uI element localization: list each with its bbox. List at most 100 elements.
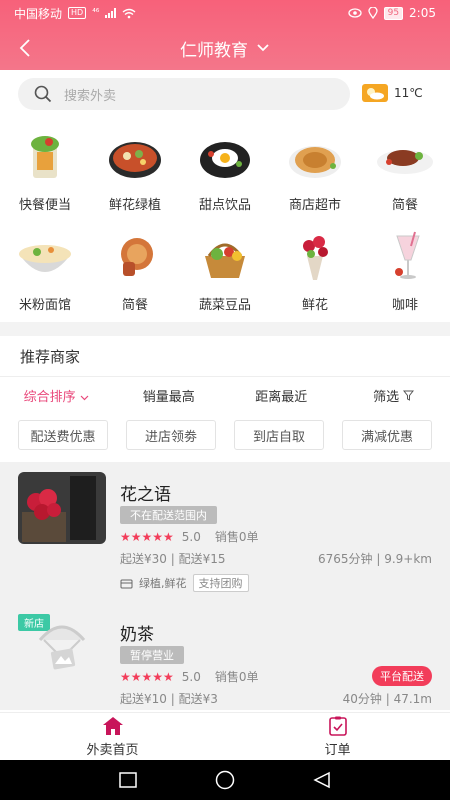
- shop-status-tag: 不在配送范围内: [120, 506, 217, 524]
- location-selector[interactable]: 仁师教育: [180, 36, 270, 61]
- wifi-icon: [122, 8, 136, 18]
- weather-widget: 11℃: [362, 84, 423, 102]
- shop-name: 花之语: [120, 485, 171, 505]
- shop-meta: 起送¥30 | 配送¥15 6765分钟 | 9.9+km: [120, 550, 432, 567]
- shop-rating: ★★★★★ 5.0 销售0单: [120, 668, 259, 685]
- store-icon: [120, 579, 133, 588]
- bread-icon: [121, 238, 153, 276]
- network-type: ⁴⁶: [92, 8, 100, 18]
- carrier-info: 中国移动 HD ⁴⁶: [14, 5, 348, 22]
- rating-stars-icon: ★★★★★: [120, 529, 174, 544]
- sort-filter[interactable]: 筛选: [338, 386, 450, 405]
- category-text: 绿植,鲜花: [139, 577, 187, 590]
- status-bar: 中国移动 HD ⁴⁶ 95 2:05: [0, 0, 450, 26]
- shop-categories: 绿植,鲜花 支持团购: [120, 574, 249, 592]
- steak-icon: [377, 150, 433, 174]
- category-label: 鲜花: [301, 298, 328, 313]
- category-label: 简餐: [391, 198, 418, 213]
- category-item[interactable]: 简餐: [360, 130, 450, 213]
- search-icon: [34, 85, 52, 103]
- shop-rating: ★★★★★ 5.0 销售0单: [120, 528, 259, 545]
- category-label: 甜点饮品: [198, 198, 251, 213]
- sort-comprehensive-label: 综合排序: [23, 390, 76, 405]
- sales-count: 销售0单: [214, 670, 259, 684]
- signal-icon: [105, 8, 117, 18]
- category-item[interactable]: 咖啡: [360, 230, 450, 313]
- search-bar[interactable]: 搜索外卖: [18, 78, 350, 110]
- chevron-down-icon: [80, 395, 89, 401]
- filter-chips: 配送费优惠 进店领劵 到店自取 满减优惠: [18, 420, 432, 450]
- category-item[interactable]: 鲜花绿植: [90, 130, 180, 213]
- filter-chip-full-reduction[interactable]: 满减优惠: [342, 420, 432, 450]
- clipboard-icon: [328, 716, 347, 736]
- filter-chip-store-coupon[interactable]: 进店领劵: [126, 420, 216, 450]
- fast-food-icon: [31, 136, 59, 178]
- battery-indicator: 95: [383, 6, 404, 20]
- shop-status-tag: 暂停营业: [120, 646, 184, 664]
- drink-glass-icon: [395, 231, 420, 279]
- category-label: 鲜花绿植: [108, 198, 161, 213]
- sort-comprehensive[interactable]: 综合排序: [0, 386, 113, 405]
- section-divider: [0, 322, 450, 336]
- category-label: 蔬菜豆品: [198, 298, 251, 313]
- category-label: 米粉面馆: [18, 298, 71, 313]
- eye-icon: [347, 8, 362, 18]
- flower-bouquet-icon: [303, 236, 328, 280]
- navigation-bar: 仁师教育: [0, 28, 450, 68]
- rating-value: 5.0: [181, 669, 201, 684]
- clock: 2:05: [409, 6, 436, 20]
- status-right: 95 2:05: [347, 6, 436, 20]
- image-placeholder-icon: [38, 625, 86, 670]
- rating-stars-icon: ★★★★★: [120, 669, 174, 684]
- category-item[interactable]: 商店超市: [270, 130, 360, 213]
- chevron-down-icon: [257, 44, 269, 52]
- min-order-fee: 起送¥30 | 配送¥15: [120, 552, 226, 566]
- temperature: 11℃: [394, 86, 423, 100]
- category-label: 咖啡: [391, 298, 418, 313]
- category-item[interactable]: 快餐便当: [0, 130, 90, 213]
- filter-chip-pickup[interactable]: 到店自取: [234, 420, 324, 450]
- min-order-fee: 起送¥10 | 配送¥3: [120, 692, 218, 706]
- noodle-bowl-icon: [19, 245, 71, 272]
- home-button-icon[interactable]: [215, 770, 235, 790]
- delivery-distance: 40分钟 | 47.1m: [342, 692, 432, 706]
- back-icon[interactable]: [14, 36, 38, 60]
- search-placeholder: 搜索外卖: [64, 88, 117, 104]
- page-title: 仁师教育: [180, 40, 248, 61]
- sales-count: 销售0单: [214, 530, 259, 544]
- category-item[interactable]: 米粉面馆: [0, 230, 90, 313]
- sun-cloud-icon: [362, 84, 388, 102]
- category-item[interactable]: 甜点饮品: [180, 130, 270, 213]
- delivery-distance: 6765分钟 | 9.9+km: [318, 552, 432, 566]
- category-item[interactable]: 简餐: [90, 230, 180, 313]
- recent-apps-icon[interactable]: [119, 772, 137, 788]
- hotpot-icon: [109, 142, 161, 178]
- rating-value: 5.0: [181, 529, 201, 544]
- category-label: 快餐便当: [18, 198, 71, 213]
- bottom-tab-bar: 外卖首页 订单: [0, 712, 450, 760]
- sort-sales[interactable]: 销量最高: [113, 386, 226, 405]
- tab-orders-label: 订单: [324, 742, 351, 758]
- fried-egg-icon: [200, 142, 250, 178]
- filter-chip-delivery-discount[interactable]: 配送费优惠: [18, 420, 108, 450]
- sort-distance[interactable]: 距离最近: [225, 386, 338, 405]
- filter-icon: [403, 390, 415, 401]
- tab-home[interactable]: 外卖首页: [0, 713, 225, 760]
- filter-label: 筛选: [373, 390, 400, 405]
- section-title: 推荐商家: [20, 348, 81, 366]
- shop-meta: 起送¥10 | 配送¥3 40分钟 | 47.1m: [120, 690, 432, 707]
- shop-thumbnail: [18, 472, 106, 544]
- pancake-icon: [289, 146, 341, 178]
- shop-list: 花之语 不在配送范围内 ★★★★★ 5.0 销售0单 起送¥30 | 配送¥15…: [0, 462, 450, 710]
- category-item[interactable]: 蔬菜豆品: [180, 230, 270, 313]
- hd-badge: HD: [68, 7, 87, 19]
- sort-bar: 综合排序 销量最高 距离最近 筛选: [0, 376, 450, 414]
- tab-home-label: 外卖首页: [86, 742, 139, 758]
- category-item[interactable]: 鲜花: [270, 230, 360, 313]
- tab-orders[interactable]: 订单: [225, 713, 450, 760]
- platform-delivery-badge: 平台配送: [372, 666, 432, 686]
- system-navigation-bar: [0, 760, 450, 800]
- home-icon: [102, 716, 123, 735]
- back-button-icon[interactable]: [313, 771, 331, 789]
- vegetable-basket-icon: [205, 243, 245, 278]
